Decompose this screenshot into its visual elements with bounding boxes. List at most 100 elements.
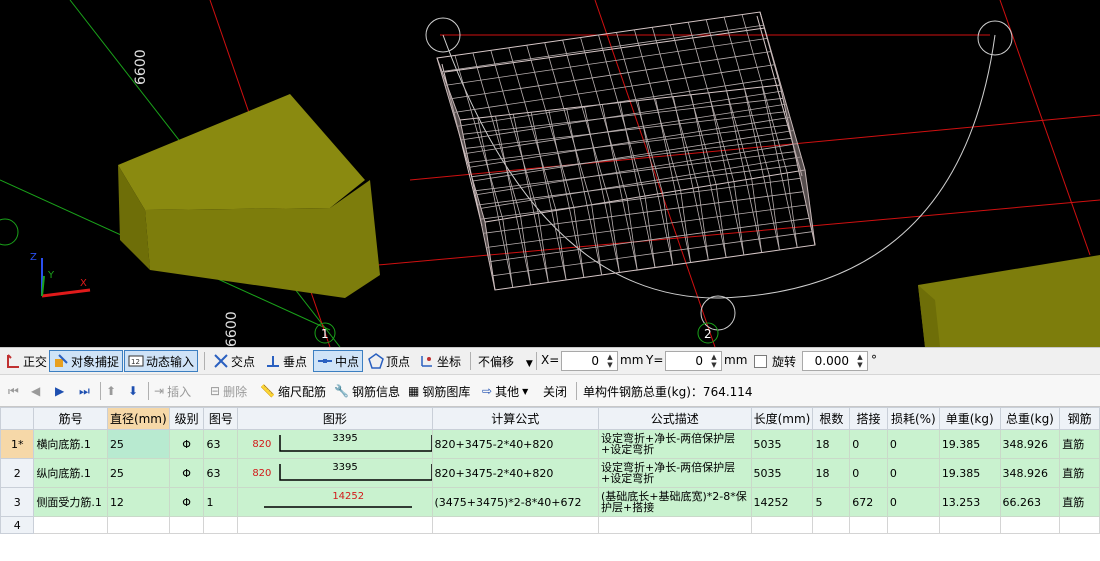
lap-cell[interactable]: 0 — [849, 429, 888, 459]
formula-cell[interactable]: 820+3475-2*40+820 — [431, 458, 600, 488]
info-icon: 🔧 — [334, 384, 349, 398]
object-snap-button[interactable]: 对象捕捉 — [49, 350, 124, 372]
lap-cell[interactable]: 672 — [849, 487, 888, 517]
formula-description-cell[interactable]: (基础底长+基础底宽)*2-8*保护层+搭接 — [598, 487, 752, 517]
column-header[interactable]: 搭接 — [849, 407, 888, 430]
grid-bubble-label: 1 — [321, 327, 329, 341]
bar-name-cell[interactable]: 横向底筋.1 — [33, 429, 108, 459]
column-header[interactable]: 长度(mm) — [750, 407, 814, 430]
vertex-button[interactable]: 顶点 — [365, 350, 413, 372]
grade-cell[interactable]: Φ — [168, 458, 205, 488]
x-input[interactable]: 0 ▲ ▼ — [561, 351, 618, 371]
grade-cell[interactable]: Φ — [168, 487, 205, 517]
coordinate-button[interactable]: 坐标 — [416, 350, 464, 372]
dynamic-input-button[interactable]: 12 动态输入 — [124, 350, 199, 372]
first-record-button[interactable]: ⏮ — [8, 382, 19, 400]
other-menu-button[interactable]: ⇨ 其他 ▼ — [482, 382, 528, 400]
loss-cell[interactable]: 0 — [886, 429, 940, 459]
unit-weight-cell[interactable]: 13.253 — [938, 487, 1001, 517]
shape-span-length: 14252 — [332, 491, 365, 502]
unit-weight-cell[interactable]: 19.385 — [938, 458, 1001, 488]
close-button[interactable]: 关闭 — [543, 382, 567, 400]
rotate-checkbox[interactable] — [754, 355, 767, 368]
total-weight-cell[interactable]: 66.263 — [999, 487, 1061, 517]
column-header[interactable]: 钢筋 — [1059, 407, 1100, 430]
rebar-type-cell[interactable]: 直筋 — [1059, 487, 1100, 517]
table-row[interactable]: 2 纵向底筋.1 25 Φ 63 820 3395 820+3475-2*40+… — [0, 458, 1100, 488]
count-cell[interactable]: 18 — [812, 458, 851, 488]
table-row[interactable]: 3 侧面受力筋.1 12 Φ 1 14252 (3475+3475)*2-8*4… — [0, 487, 1100, 517]
corner-header[interactable] — [0, 407, 35, 430]
spinner-icon[interactable]: ▲ ▼ — [854, 353, 866, 369]
formula-cell[interactable]: 820+3475-2*40+820 — [431, 429, 600, 459]
row-number[interactable]: 1* — [0, 429, 35, 459]
column-header[interactable]: 直径(mm) — [106, 407, 170, 430]
row-number[interactable]: 3 — [0, 487, 35, 517]
rebar-type-cell[interactable]: 直筋 — [1059, 429, 1100, 459]
diameter-cell[interactable]: 25 — [106, 458, 170, 488]
rebar-library-button[interactable]: ▦ 钢筋图库 — [408, 382, 470, 400]
figure-number-cell[interactable]: 63 — [203, 458, 239, 488]
diameter-cell[interactable]: 12 — [106, 487, 170, 517]
scale-rebar-button[interactable]: 📏 缩尺配筋 — [260, 382, 326, 400]
total-weight-cell[interactable]: 348.926 — [999, 458, 1061, 488]
arrow-down-icon: ⬇ — [128, 384, 139, 398]
count-cell[interactable]: 18 — [812, 429, 851, 459]
column-header[interactable]: 图号 — [203, 407, 239, 430]
length-cell[interactable]: 5035 — [750, 429, 814, 459]
move-down-button[interactable]: ⬇ — [128, 382, 138, 400]
midpoint-button[interactable]: 中点 — [313, 350, 364, 372]
spinner-icon[interactable]: ▲ ▼ — [708, 353, 720, 369]
shape-cell[interactable]: 820 3395 — [237, 429, 433, 459]
total-weight-cell[interactable]: 348.926 — [999, 429, 1061, 459]
move-up-button[interactable]: ⬆ — [106, 382, 116, 400]
rotate-input[interactable]: 0.000 ▲ ▼ — [802, 351, 868, 371]
formula-cell[interactable]: (3475+3475)*2-8*40+672 — [431, 487, 600, 517]
formula-description-cell[interactable]: 设定弯折+净长-两倍保护层+设定弯折 — [598, 429, 752, 459]
table-row[interactable]: 1* 横向底筋.1 25 Φ 63 820 3395 820+3475-2*40… — [0, 429, 1100, 459]
column-header[interactable]: 总重(kg) — [999, 407, 1061, 430]
column-header[interactable]: 公式描述 — [598, 407, 752, 430]
3d-viewport[interactable]: 6600 6600 Z Y X 1 2 — [0, 0, 1100, 347]
bar-name-cell[interactable]: 侧面受力筋.1 — [33, 487, 108, 517]
column-header[interactable]: 损耗(%) — [886, 407, 940, 430]
row-number[interactable]: 4 — [0, 516, 35, 534]
column-header[interactable]: 单重(kg) — [938, 407, 1001, 430]
figure-number-cell[interactable]: 63 — [203, 429, 239, 459]
last-record-button[interactable]: ⏭ — [79, 382, 90, 400]
insert-button[interactable]: ⇥ 插入 — [154, 382, 191, 400]
unit-weight-cell[interactable]: 19.385 — [938, 429, 1001, 459]
column-header[interactable]: 筋号 — [33, 407, 108, 430]
loss-cell[interactable]: 0 — [886, 487, 940, 517]
column-header[interactable]: 根数 — [812, 407, 851, 430]
coordinate-icon — [421, 356, 432, 367]
rebar-info-button[interactable]: 🔧 钢筋信息 — [334, 382, 400, 400]
orthogonal-button[interactable]: 正交 — [2, 350, 50, 372]
table-row[interactable]: 4 — [0, 516, 1100, 534]
column-header[interactable]: 计算公式 — [431, 407, 600, 430]
length-cell[interactable]: 5035 — [750, 458, 814, 488]
column-header[interactable]: 图形 — [237, 407, 433, 430]
formula-description-cell[interactable]: 设定弯折+净长-两倍保护层+设定弯折 — [598, 458, 752, 488]
intersection-button[interactable]: 交点 — [210, 350, 258, 372]
prev-record-button[interactable]: ◀ — [31, 382, 40, 400]
grade-cell[interactable]: Φ — [168, 429, 205, 459]
next-record-button[interactable]: ▶ — [55, 382, 64, 400]
shape-cell[interactable]: 820 3395 — [237, 458, 433, 488]
lap-cell[interactable]: 0 — [849, 458, 888, 488]
length-cell[interactable]: 14252 — [750, 487, 814, 517]
delete-button[interactable]: ⊟ 删除 — [210, 382, 247, 400]
figure-number-cell[interactable]: 1 — [203, 487, 239, 517]
diameter-cell[interactable]: 25 — [106, 429, 170, 459]
perpendicular-button[interactable]: 垂点 — [262, 350, 310, 372]
row-number[interactable]: 2 — [0, 458, 35, 488]
y-input[interactable]: 0 ▲ ▼ — [665, 351, 722, 371]
offset-select[interactable]: 不偏移 ▼ — [478, 353, 533, 370]
count-cell[interactable]: 5 — [812, 487, 851, 517]
loss-cell[interactable]: 0 — [886, 458, 940, 488]
shape-cell[interactable]: 14252 — [237, 487, 433, 517]
spinner-icon[interactable]: ▲ ▼ — [604, 353, 616, 369]
column-header[interactable]: 级别 — [168, 407, 205, 430]
rebar-type-cell[interactable]: 直筋 — [1059, 458, 1100, 488]
bar-name-cell[interactable]: 纵向底筋.1 — [33, 458, 108, 488]
